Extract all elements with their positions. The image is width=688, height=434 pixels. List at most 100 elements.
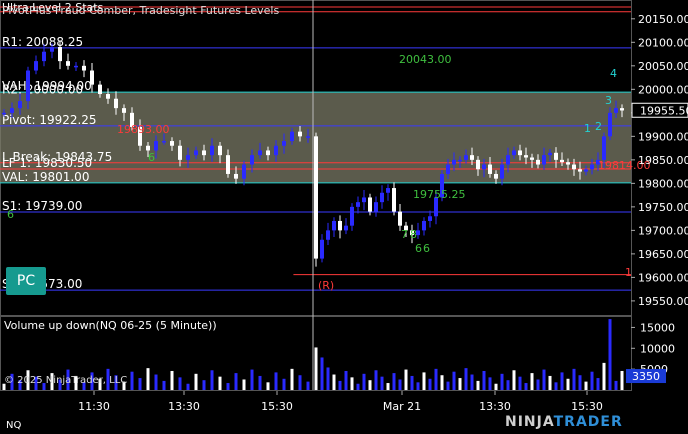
candle-body [584,169,588,172]
volume-bar [404,369,408,390]
chart-window: R1: 20088.25 VAH: 19994.00 Pivot: 19922.25… [0,0,688,434]
price-tick-label: 19900.00 [638,130,688,143]
candle-body [368,197,372,212]
chart-annotation: 6 [7,208,14,221]
candle-body [458,159,462,162]
pc-button[interactable]: PC [6,267,46,295]
volume-bar [422,372,426,390]
last-price-label: 19955.50 [640,104,688,117]
volume-bar [154,374,158,390]
candle-body [386,188,390,193]
price-tick-label: 19850.00 [638,154,688,167]
level-label: LF 1: 19830.50 [2,156,92,170]
chart-annotation: 8 [410,228,417,241]
logo-ninja: NINJA [505,414,554,430]
candle-body [226,155,230,174]
volume-bar [440,375,444,390]
volume-bar [524,383,528,390]
candle-body [42,51,46,62]
volume-bar [250,369,254,390]
candle-body [476,159,480,170]
price-tick-label: 19650.00 [638,248,688,261]
volume-bar [386,383,390,390]
candle-body [202,150,206,156]
copyright: © 2025 NinjaTrader, LLC [4,375,127,386]
candle-body [452,159,456,165]
candle-body [242,164,246,179]
candle-body [320,239,324,259]
candle-body [186,155,190,160]
candle-body [314,136,318,259]
candle-body [530,157,534,160]
volume-bar [482,370,486,390]
volume-bar [338,380,342,390]
candle-body [620,108,624,111]
volume-bar [162,380,166,390]
volume-bar [428,378,432,390]
volume-bar [470,374,474,390]
volume-bar [242,379,246,390]
candle-body [350,206,354,226]
candle-body [398,211,402,226]
volume-bar [362,373,366,390]
price-volume-chart: R1: 20088.25VAH: 19994.00Pivot: 19922.25… [0,0,688,431]
volume-bar [398,379,402,390]
volume-bar [488,377,492,390]
volume-bar [554,382,558,390]
volume-bar [596,378,600,390]
candle-body [374,202,378,212]
volume-bar [590,371,594,390]
candle-body [506,155,510,165]
candle-body [170,141,174,146]
chart-annotation: 20043.00 [399,53,452,66]
chart-annotation: 1 [584,122,591,135]
candle-body [122,108,126,113]
volume-bar [560,372,564,390]
volume-bar [146,368,150,390]
candle-body [488,164,492,174]
candle-body [578,169,582,172]
volume-bar [410,375,414,390]
candle-body [326,230,330,240]
candle-body [422,220,426,231]
candle-body [154,141,158,151]
volume-bar [512,370,516,390]
candle-body [2,112,6,115]
candle-body [90,70,94,85]
candle-body [106,94,110,99]
candle-body [428,216,432,221]
candle-body [74,65,78,68]
candle-body [392,188,396,212]
candle-body [518,150,522,156]
price-tick-label: 20050.00 [638,60,688,73]
chart-annotation: 6 [423,242,430,255]
header-subtitle: PivotPlus Fraud Comber, Tradesight Futur… [2,4,279,17]
candle-body [306,136,310,138]
volume-bar [392,373,396,390]
price-tick-label: 19750.00 [638,201,688,214]
candle-body [58,47,62,62]
chart-annotation: 2 [595,120,602,133]
volume-bar [518,376,522,390]
instrument-label: NQ [6,420,21,431]
volume-tick-label: 10000 [640,342,675,355]
logo-trader: TRADER [553,414,623,430]
volume-bar [566,378,570,390]
volume-bar [290,368,294,390]
candle-body [362,197,366,203]
price-tick-label: 20100.00 [638,36,688,49]
volume-bar [258,375,262,390]
volume-bar [186,383,190,390]
candle-body [614,108,618,113]
level-label: S1: 19739.00 [2,199,82,213]
candle-body [98,84,102,95]
candle-body [50,47,54,52]
candle-body [338,220,342,231]
candle-body [210,145,214,156]
volume-bar [298,375,302,390]
candle-body [566,162,570,165]
chart-annotation: (R) [318,279,334,292]
price-tick-label: 20150.00 [638,13,688,26]
candle-body [602,136,606,160]
volume-bar [218,376,222,390]
